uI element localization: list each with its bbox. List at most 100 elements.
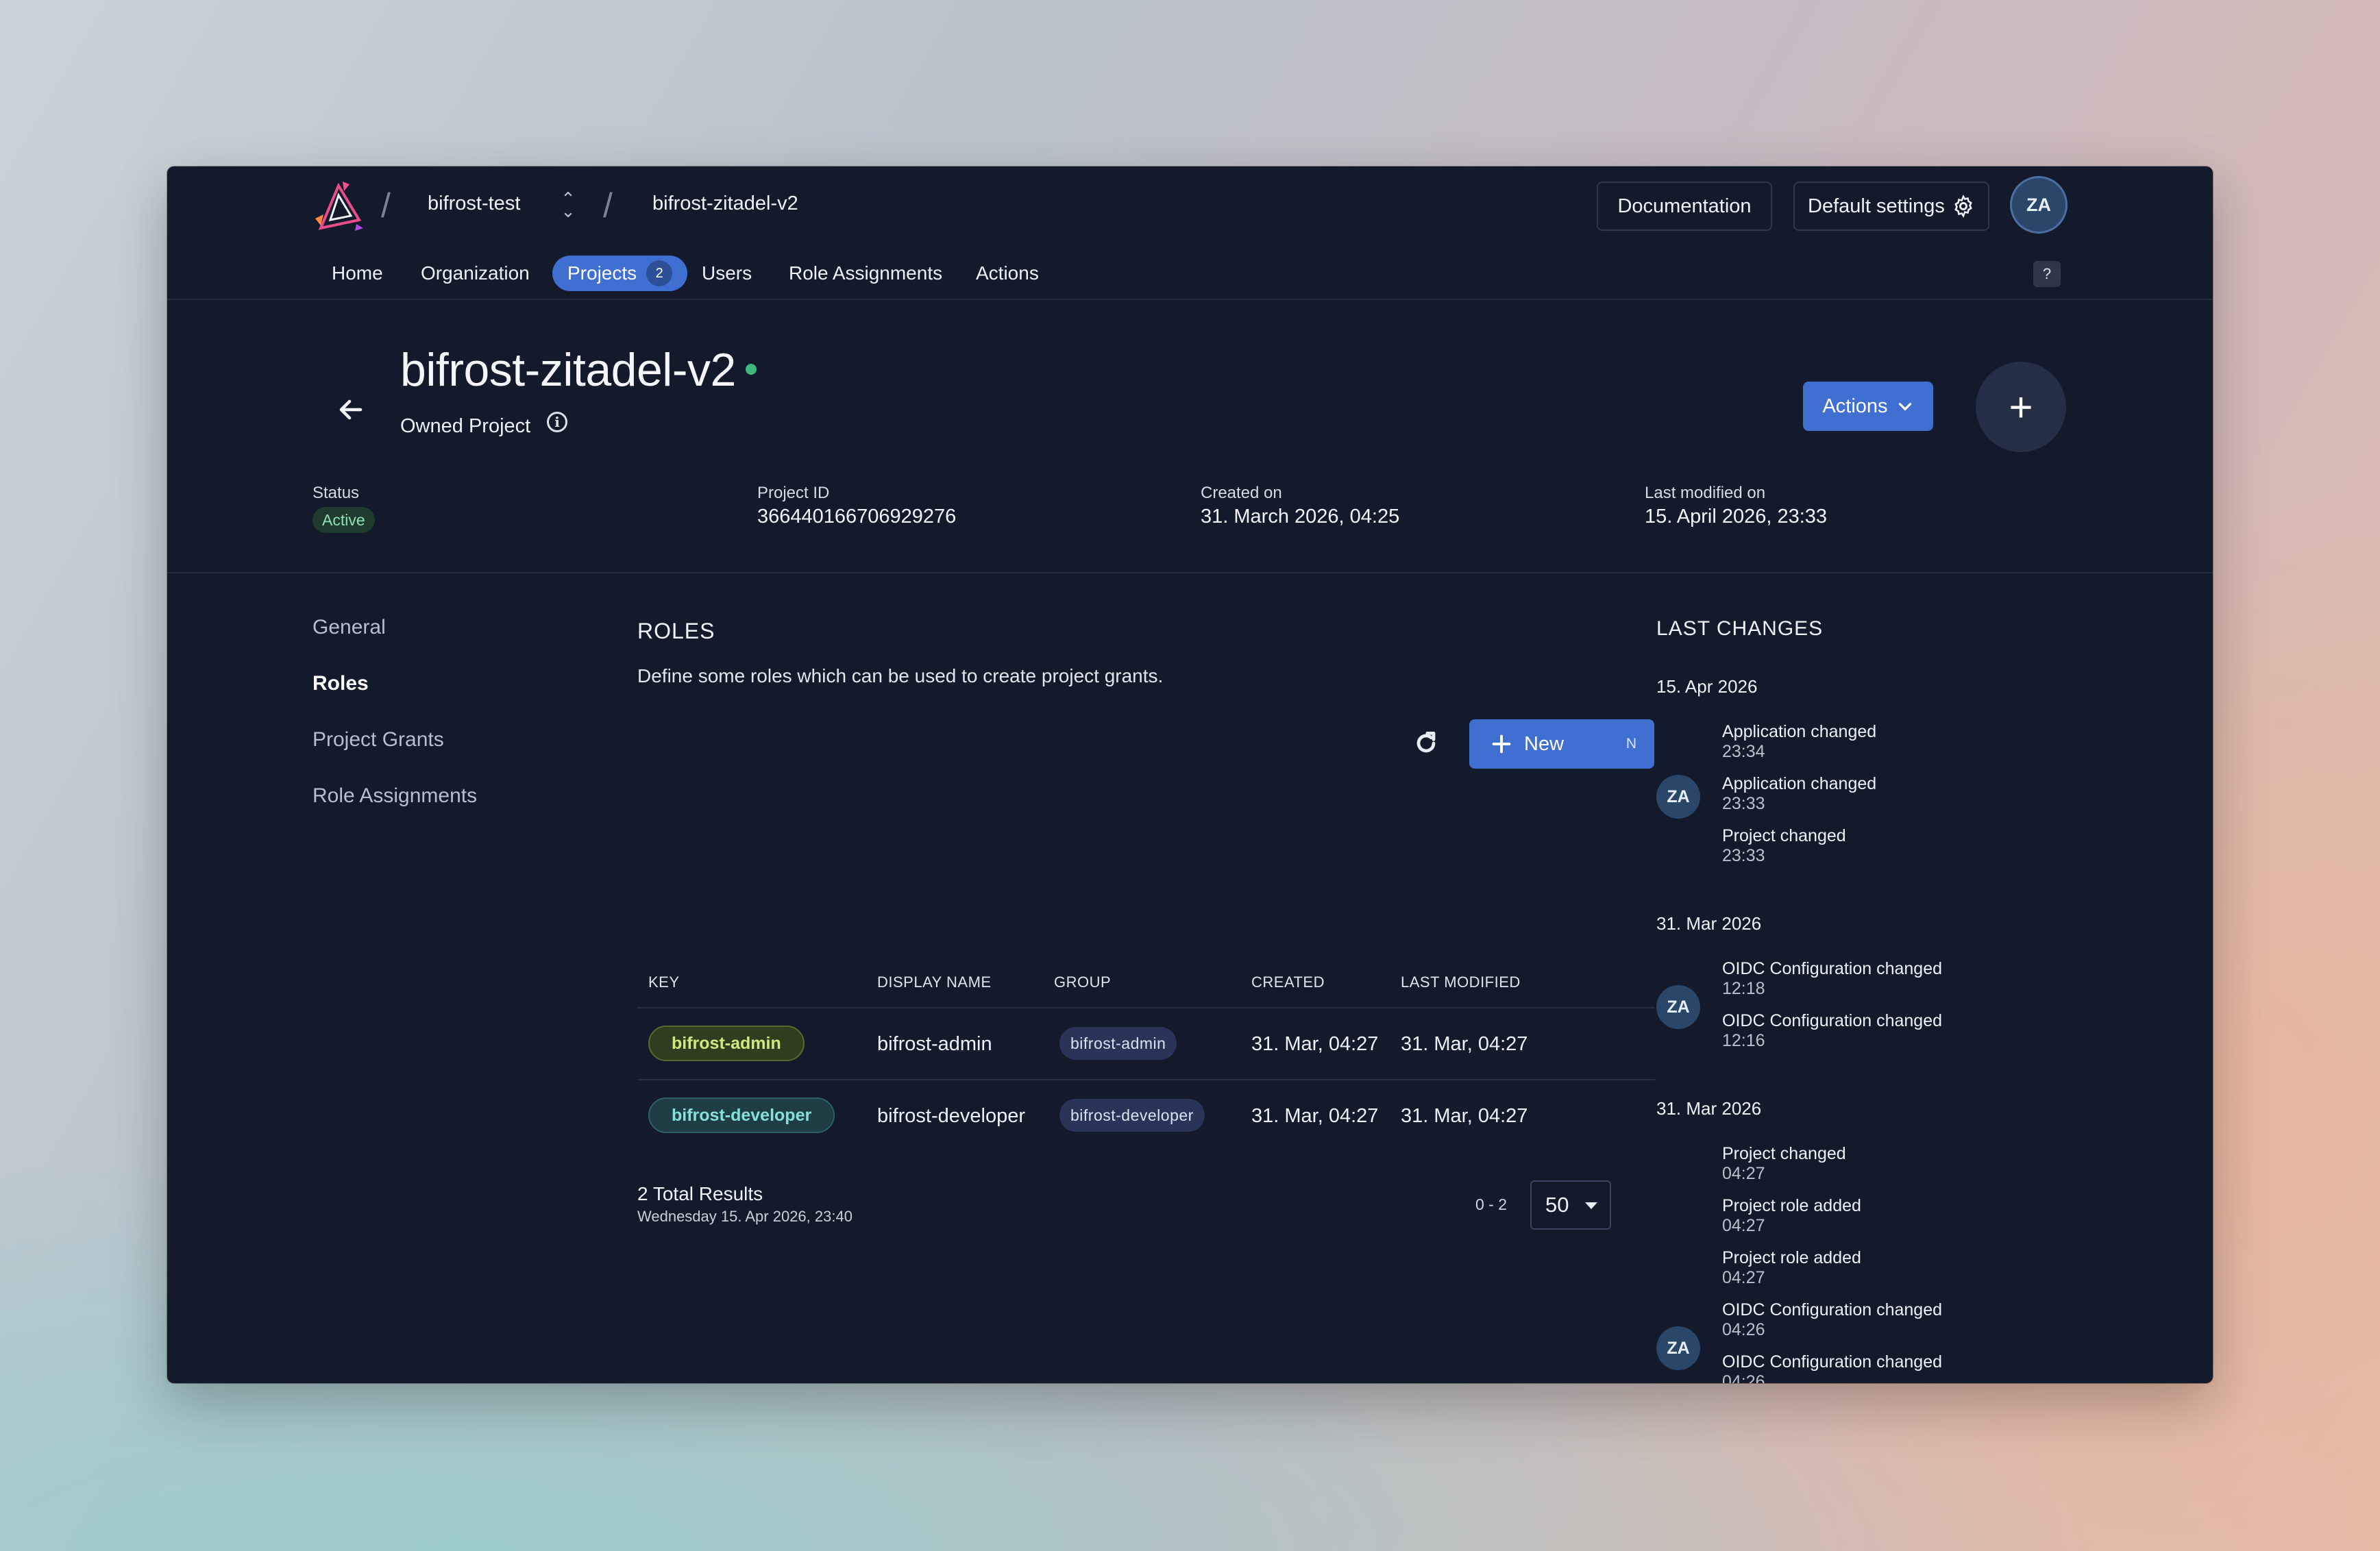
column-header-key[interactable]: KEY: [648, 973, 680, 991]
change-avatar: ZA: [1656, 1326, 1700, 1370]
shortcut-hint: N: [1625, 736, 1636, 752]
change-event: Application changed: [1722, 722, 1877, 741]
created-on-value: 31. March 2026, 04:25: [1201, 506, 1400, 528]
breadcrumb-separator: /: [381, 186, 391, 225]
actions-label: Actions: [1822, 395, 1888, 417]
change-event: Project role added: [1722, 1248, 1861, 1267]
role-modified: 31. Mar, 04:27: [1401, 1105, 1528, 1127]
column-header-group[interactable]: GROUP: [1054, 973, 1111, 991]
caret-down-icon: [1585, 1202, 1597, 1209]
project-id-label: Project ID: [757, 484, 830, 502]
org-switcher-icon[interactable]: ⌃ ⌄: [558, 190, 578, 220]
change-time: 23:33: [1722, 794, 1765, 813]
help-button[interactable]: ?: [2033, 261, 2061, 287]
app-window: / bifrost-test ⌃ ⌄ / bifrost-zitadel-v2 D…: [167, 166, 2213, 1383]
change-time: 12:18: [1722, 979, 1765, 998]
project-type: Owned Project: [400, 415, 531, 437]
project-id-value: 366440166706929276: [757, 506, 957, 528]
meta-divider: [167, 572, 2213, 573]
chevron-down-icon: [1898, 403, 1911, 411]
change-avatar: ZA: [1656, 985, 1700, 1029]
role-key-pill: bifrost-admin: [648, 1026, 805, 1061]
change-avatar: ZA: [1656, 775, 1700, 819]
documentation-button[interactable]: Documentation: [1597, 182, 1772, 231]
change-time: 04:26: [1722, 1320, 1765, 1339]
change-time: 12:16: [1722, 1031, 1765, 1050]
change-event: OIDC Configuration changed: [1722, 1352, 1943, 1372]
column-header-created[interactable]: CREATED: [1251, 973, 1325, 991]
change-event: Project changed: [1722, 1144, 1846, 1163]
change-time: 23:33: [1722, 846, 1765, 865]
section-description: Define some roles which can be used to c…: [637, 665, 1164, 686]
gear-icon: [1954, 195, 1972, 218]
info-icon[interactable]: i: [547, 412, 567, 432]
results-timestamp: Wednesday 15. Apr 2026, 23:40: [637, 1208, 852, 1225]
status-badge: Active: [312, 507, 375, 533]
main-nav: Home Organization Projects 2 Users Role …: [167, 256, 2213, 291]
plus-icon: [1492, 734, 1511, 754]
change-time: 04:27: [1722, 1268, 1765, 1287]
change-event: Project role added: [1722, 1196, 1861, 1215]
change-event: OIDC Configuration changed: [1722, 959, 1943, 978]
change-date: 15. Apr 2026: [1656, 676, 1758, 697]
change-time: 23:34: [1722, 742, 1765, 761]
status-label: Status: [312, 484, 360, 502]
table-header-divider: [637, 1007, 1655, 1008]
actions-dropdown-button[interactable]: Actions: [1803, 382, 1933, 431]
nav-projects[interactable]: Projects 2: [552, 256, 688, 291]
change-date: 31. Mar 2026: [1656, 913, 1762, 934]
column-header-display-name[interactable]: DISPLAY NAME: [877, 973, 992, 991]
breadcrumb-project[interactable]: bifrost-zitadel-v2: [652, 193, 798, 215]
created-on-label: Created on: [1201, 484, 1282, 502]
nav-role-assignments[interactable]: Role Assignments: [789, 256, 942, 291]
sidebar-item-role-assignments[interactable]: Role Assignments: [312, 784, 477, 808]
refresh-icon[interactable]: [1411, 728, 1441, 758]
role-group-pill: bifrost-admin: [1059, 1027, 1177, 1060]
change-event: Project changed: [1722, 826, 1846, 845]
nav-actions[interactable]: Actions: [976, 256, 1039, 291]
projects-count-badge: 2: [646, 260, 673, 286]
back-arrow-icon[interactable]: [330, 389, 371, 430]
documentation-label: Documentation: [1617, 195, 1752, 217]
page-size-value: 50: [1545, 1193, 1569, 1217]
user-avatar[interactable]: ZA: [2010, 176, 2068, 234]
change-time: 04:27: [1722, 1164, 1765, 1183]
page-range: 0 - 2: [1475, 1195, 1508, 1213]
table-row-divider: [637, 1079, 1655, 1080]
last-modified-label: Last modified on: [1645, 484, 1766, 502]
add-button[interactable]: +: [1976, 362, 2066, 452]
role-display-name: bifrost-developer: [877, 1105, 1025, 1127]
default-settings-label: Default settings: [1808, 195, 1945, 217]
nav-users[interactable]: Users: [702, 256, 752, 291]
role-created: 31. Mar, 04:27: [1251, 1033, 1379, 1055]
breadcrumb-separator: /: [603, 186, 613, 225]
active-status-dot: [746, 364, 757, 375]
nav-organization[interactable]: Organization: [421, 256, 530, 291]
new-label: New: [1524, 732, 1565, 755]
sidebar-item-roles[interactable]: Roles: [312, 672, 369, 695]
change-time: 04:27: [1722, 1216, 1765, 1235]
sidebar-item-project-grants[interactable]: Project Grants: [312, 728, 444, 752]
role-key-pill: bifrost-developer: [648, 1097, 835, 1133]
role-modified: 31. Mar, 04:27: [1401, 1033, 1528, 1055]
last-changes-title: LAST CHANGES: [1656, 617, 1824, 640]
last-modified-value: 15. April 2026, 23:33: [1645, 506, 1828, 528]
column-header-last-modified[interactable]: LAST MODIFIED: [1401, 973, 1521, 991]
page-title: bifrost-zitadel-v2: [400, 344, 736, 396]
nav-home[interactable]: Home: [332, 256, 383, 291]
breadcrumb-org[interactable]: bifrost-test: [428, 193, 520, 215]
default-settings-button[interactable]: Default settings: [1793, 182, 1989, 231]
role-created: 31. Mar, 04:27: [1251, 1105, 1379, 1127]
role-group-pill: bifrost-developer: [1059, 1099, 1205, 1132]
sidebar-item-general[interactable]: General: [312, 616, 386, 639]
section-title: ROLES: [637, 619, 715, 643]
new-role-button[interactable]: New N: [1469, 719, 1654, 769]
change-time: 04:26: [1722, 1372, 1765, 1383]
header-divider: [167, 299, 2213, 300]
change-event: OIDC Configuration changed: [1722, 1011, 1943, 1030]
page-size-select[interactable]: 50: [1530, 1180, 1611, 1230]
change-date: 31. Mar 2026: [1656, 1098, 1762, 1119]
nav-projects-label: Projects: [567, 262, 637, 284]
change-event: Application changed: [1722, 774, 1877, 793]
zitadel-logo-icon[interactable]: [311, 180, 367, 236]
